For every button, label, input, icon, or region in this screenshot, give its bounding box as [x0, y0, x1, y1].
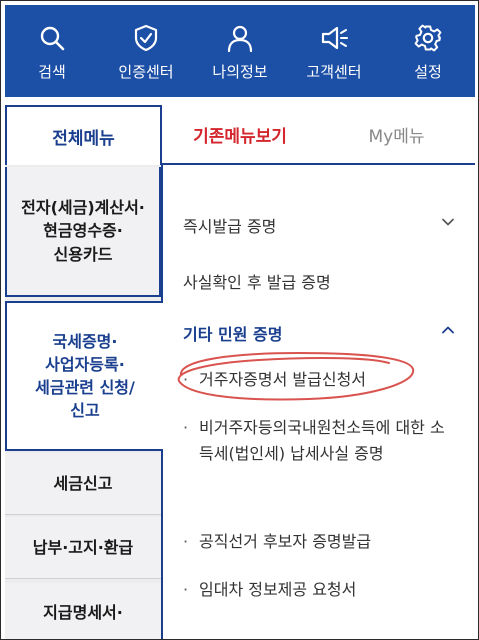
section-other-civil-certificates[interactable]: 기타 민원 증명 [183, 321, 455, 345]
top-navigation-bar: 검색 인증센터 나의정보 고객센터 설정 [5, 5, 475, 97]
category-payment-statement[interactable]: 지급명세서· [5, 583, 161, 639]
submenu-item-election-candidate-certificate[interactable]: 공직선거 후보자 증명발급 [183, 529, 455, 556]
section-instant-issue-label: 즉시발급 증명 [183, 217, 277, 236]
category-payment-refund-label: 납부·고지·환급 [32, 537, 134, 557]
nav-settings-label: 설정 [414, 63, 442, 81]
category-tax-filing[interactable]: 세금신고 [5, 453, 161, 515]
submenu-panel: 즉시발급 증명 사실확인 후 발급 증명 기타 민원 증명 거주자증명서 발급신… [161, 165, 475, 639]
category-payment-statement-label: 지급명세서· [43, 603, 123, 622]
tab-classic-menu[interactable]: 기존메뉴보기 [162, 105, 318, 165]
chevron-down-icon [442, 218, 454, 226]
nav-search-label: 검색 [38, 63, 66, 81]
nav-customer-center[interactable]: 고객센터 [287, 5, 381, 97]
nav-my-info[interactable]: 나의정보 [193, 5, 287, 97]
section-other-civil-certificates-label: 기타 민원 증명 [183, 325, 283, 344]
menu-tabs: 전체메뉴 기존메뉴보기 My메뉴 [5, 105, 475, 165]
section-fact-check-issue-label: 사실확인 후 발급 증명 [183, 273, 331, 292]
tab-my-menu[interactable]: My메뉴 [318, 105, 475, 165]
tab-all-menu[interactable]: 전체메뉴 [5, 105, 162, 165]
submenu-item-residency-certificate[interactable]: 거주자증명서 발급신청서 [183, 367, 455, 394]
category-tax-filing-label: 세금신고 [53, 473, 113, 493]
nav-certificate-center[interactable]: 인증센터 [99, 5, 193, 97]
section-fact-check-issue[interactable]: 사실확인 후 발급 증명 [183, 269, 455, 293]
gear-icon [414, 24, 442, 52]
category-list: 전자(세금)계산서· 현금영수증· 신용카드 국세증명· 사업자등록· 세금관련… [5, 165, 163, 639]
category-tax-certificates-label: 국세증명· 사업자등록· 세금관련 신청/ 신고 [35, 331, 135, 421]
shield-check-icon [134, 24, 158, 52]
nav-my-info-label: 나의정보 [212, 63, 268, 81]
screen-frame: 검색 인증센터 나의정보 고객센터 설정 전체메뉴 기존메뉴보기 My메뉴 전자… [0, 0, 479, 640]
submenu-item-lease-info-request[interactable]: 임대차 정보제공 요청서 [183, 577, 455, 604]
nav-search[interactable]: 검색 [5, 5, 99, 97]
person-icon [227, 25, 253, 53]
nav-customer-center-label: 고객센터 [306, 63, 362, 81]
megaphone-icon [321, 26, 348, 50]
nav-certificate-center-label: 인증센터 [118, 63, 174, 81]
category-e-invoice[interactable]: 전자(세금)계산서· 현금영수증· 신용카드 [5, 167, 161, 297]
section-instant-issue[interactable]: 즉시발급 증명 [183, 213, 455, 237]
category-e-invoice-label: 전자(세금)계산서· 현금영수증· 신용카드 [21, 198, 145, 264]
chevron-up-icon [442, 326, 454, 334]
search-icon [40, 26, 65, 51]
category-tax-certificates[interactable]: 국세증명· 사업자등록· 세금관련 신청/ 신고 [5, 301, 163, 451]
nav-settings[interactable]: 설정 [381, 5, 475, 97]
submenu-item-nonresident-tax-payment[interactable]: 비거주자등의국내원천소득에 대한 소득세(법인세) 납세사실 증명 [183, 415, 455, 468]
category-payment-refund[interactable]: 납부·고지·환급 [5, 517, 161, 579]
